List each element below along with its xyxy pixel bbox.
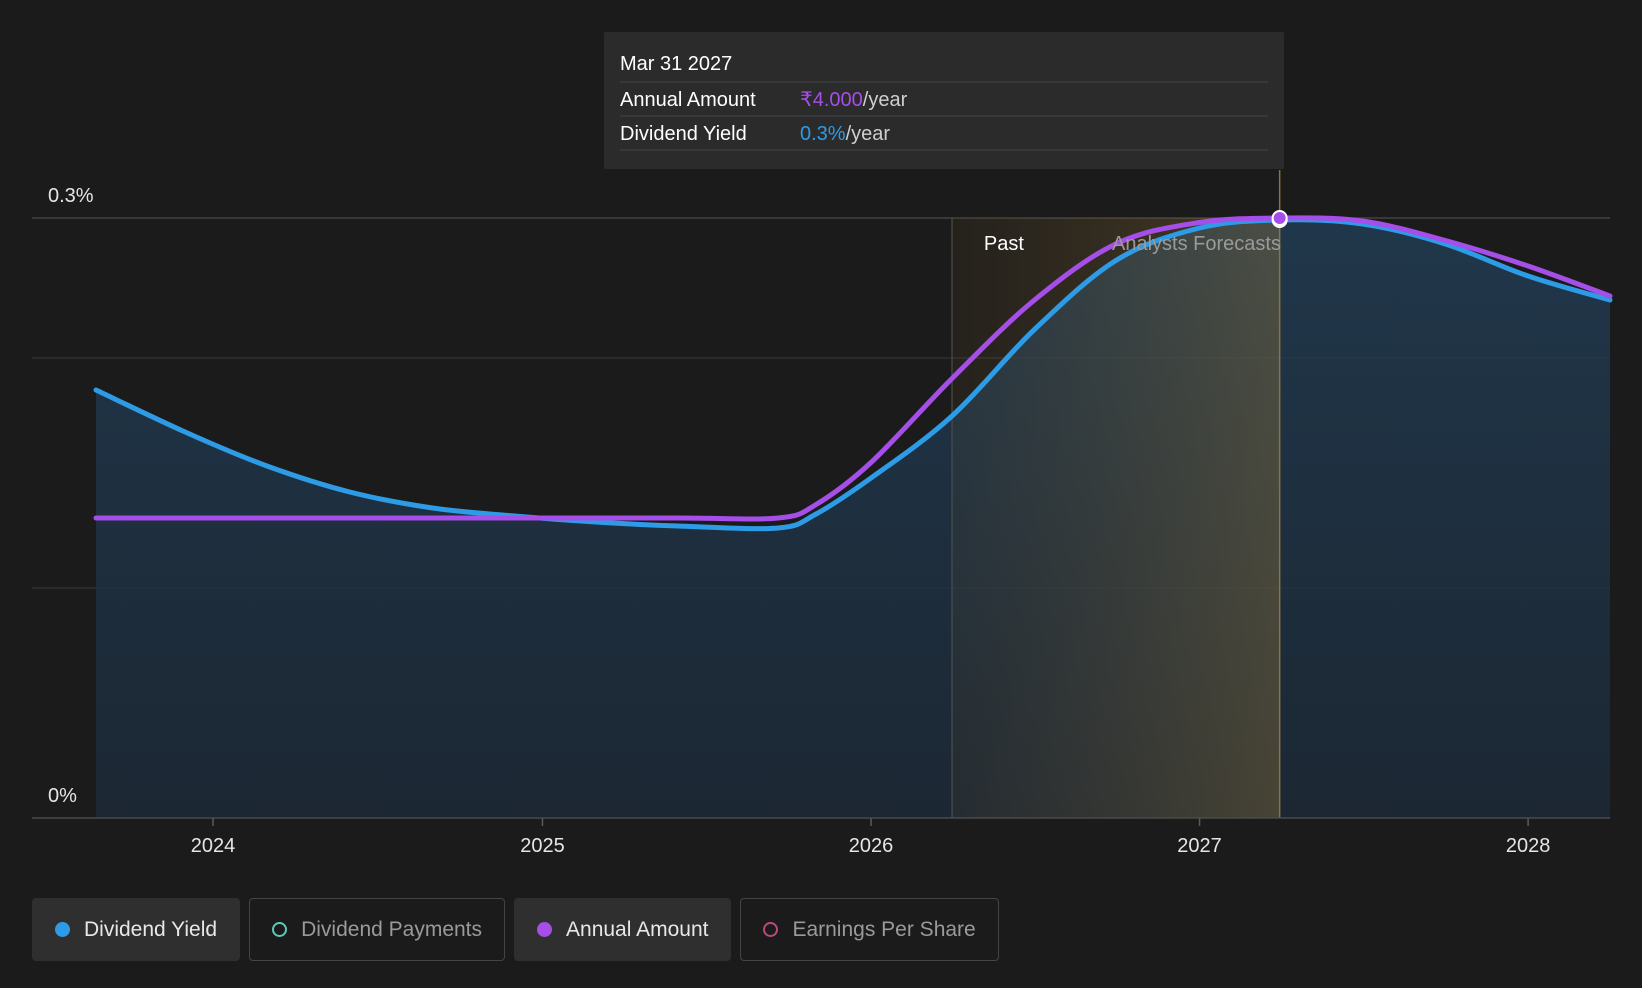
legend-label: Earnings Per Share xyxy=(792,917,976,941)
legend-item-dividend-yield[interactable]: Dividend Yield xyxy=(32,898,241,961)
tooltip-date: Mar 31 2027 xyxy=(620,53,732,75)
marker-annual-amount xyxy=(1271,210,1288,226)
legend-item-annual-amount[interactable]: Annual Amount xyxy=(514,898,732,961)
tooltip-row-value: 0.3%/year xyxy=(800,123,890,145)
axis-layer: 2024 2025 2026 2027 2028 xyxy=(32,817,1610,857)
legend-dot-icon xyxy=(272,922,288,937)
x-tick-label: 2026 xyxy=(849,835,894,857)
tooltip-row-label: Dividend Yield xyxy=(620,123,747,145)
y-tick-label: 0.3% xyxy=(48,185,94,207)
tooltip-suffix: /year xyxy=(846,123,891,145)
tooltip: Mar 31 2027 Annual Amount ₹4.000/year Divid… xyxy=(604,32,1284,169)
legend-dot-icon xyxy=(537,922,553,937)
x-tick-label: 2027 xyxy=(1177,835,1222,857)
legend-item-earnings-per-share[interactable]: Earnings Per Share xyxy=(740,898,999,961)
legend-label: Dividend Payments xyxy=(301,917,483,941)
forecast-label: Analysts Forecasts xyxy=(1112,233,1281,255)
tooltip-row-value: ₹4.000/year xyxy=(800,89,908,111)
x-tick-label: 2024 xyxy=(191,835,236,857)
past-label: Past xyxy=(984,233,1024,255)
region-layer xyxy=(951,170,1281,818)
legend-dot-icon xyxy=(763,922,779,937)
legend-item-dividend-payments[interactable]: Dividend Payments xyxy=(249,898,506,961)
legend-label: Annual Amount xyxy=(566,917,709,941)
x-tick-label: 2025 xyxy=(520,835,565,857)
dividend-chart: 2024 2025 2026 2027 2028 0.3% 0% Past Analysts … xyxy=(32,32,1613,857)
x-tick-label: 2028 xyxy=(1506,835,1551,857)
legend: Dividend Yield Dividend Payments Annual … xyxy=(32,898,999,961)
tooltip-row-label: Annual Amount xyxy=(620,89,756,111)
legend-label: Dividend Yield xyxy=(84,917,218,941)
y-tick-label: 0% xyxy=(48,785,77,807)
tooltip-value: 0.3% xyxy=(800,123,846,145)
tooltip-value: ₹4.000 xyxy=(800,89,863,111)
past-region xyxy=(952,218,1280,818)
tooltip-suffix: /year xyxy=(863,89,908,111)
legend-dot-icon xyxy=(55,922,70,937)
